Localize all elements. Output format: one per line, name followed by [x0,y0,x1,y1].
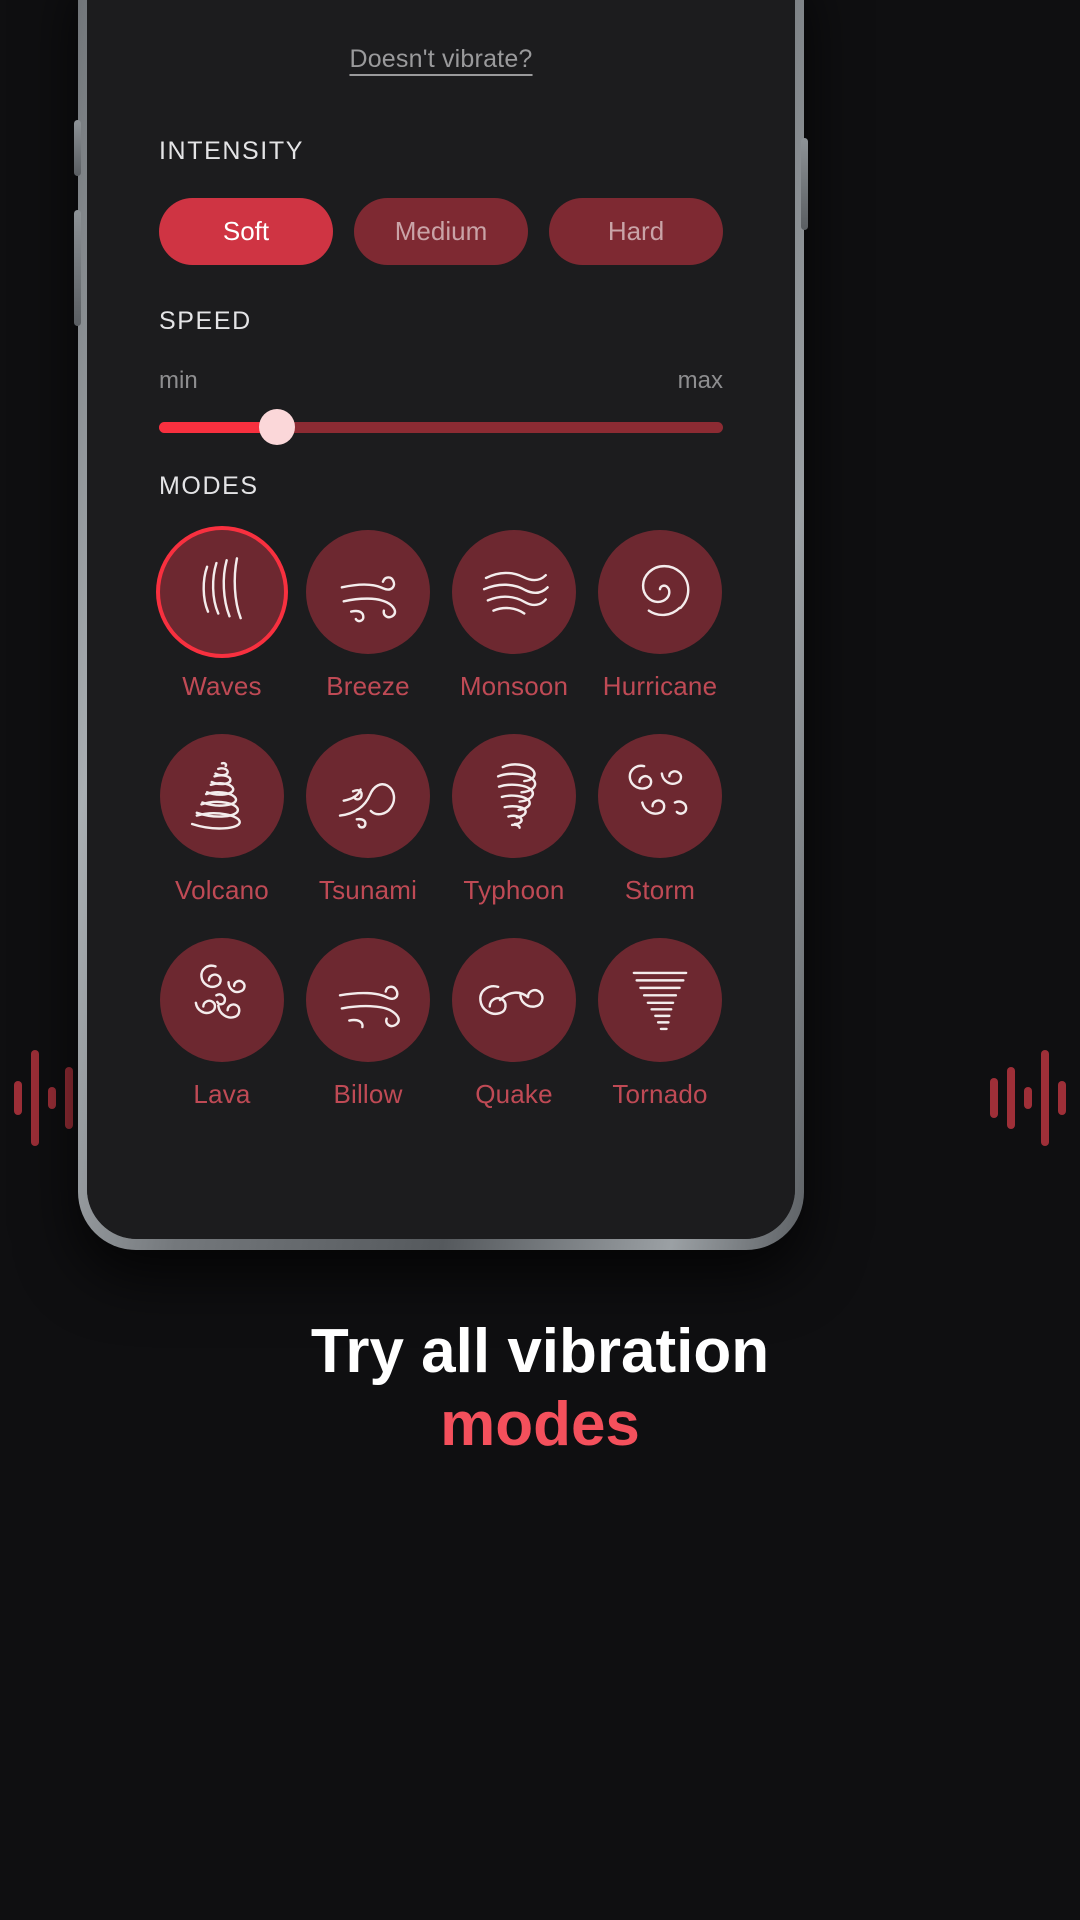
mode-item-volcano[interactable]: Volcano [149,734,295,906]
intensity-section-title: INTENSITY [159,137,304,165]
audio-wave-decoration-right [990,1050,1066,1146]
app-screen: Doesn't vibrate? INTENSITY Soft Medium H… [87,0,795,1239]
quake-icon[interactable] [452,938,576,1062]
speed-max-label: max [677,367,723,394]
mode-item-quake[interactable]: Quake [441,938,587,1110]
mode-label: Breeze [326,671,410,701]
wave-bar [65,1067,73,1129]
wave-bar [48,1087,56,1109]
mode-label: Monsoon [459,671,569,701]
phone-screen-bezel: Doesn't vibrate? INTENSITY Soft Medium H… [87,0,795,1239]
mode-label: Tsunami [318,875,418,905]
caption-line-1: Try all vibration [310,1317,770,1386]
mode-item-billow[interactable]: Billow [295,938,441,1110]
mode-item-waves[interactable]: Waves [149,530,295,702]
modes-section-title: MODES [159,472,259,500]
mode-label: Storm [624,875,696,905]
tsunami-icon[interactable] [306,734,430,858]
mode-label: Tornado [612,1079,708,1109]
mode-item-monsoon[interactable]: Monsoon [441,530,587,702]
modes-grid: Waves Breeze Monsoon Hurricane Volcano Tsunam… [149,530,733,1110]
doesnt-vibrate-link[interactable]: Doesn't vibrate? [87,45,795,74]
mode-label: Hurricane [602,671,718,701]
volume-down-button[interactable] [74,210,81,326]
typhoon-icon[interactable] [452,734,576,858]
mode-item-typhoon[interactable]: Typhoon [441,734,587,906]
caption-line-2: modes [440,1390,640,1460]
monsoon-icon[interactable] [452,530,576,654]
intensity-option-medium[interactable]: Medium [354,198,528,265]
tornado-icon[interactable] [598,938,722,1062]
mode-item-tsunami[interactable]: Tsunami [295,734,441,906]
promo-caption: Try all vibration modes [0,1315,1080,1461]
volcano-icon[interactable] [160,734,284,858]
wave-bar [14,1081,22,1115]
mode-item-lava[interactable]: Lava [149,938,295,1110]
mode-item-tornado[interactable]: Tornado [587,938,733,1110]
speed-slider[interactable] [159,409,723,445]
hurricane-icon[interactable] [598,530,722,654]
wave-bar [1041,1050,1049,1146]
breeze-icon[interactable] [306,530,430,654]
mode-label: Typhoon [463,875,565,905]
wave-bar [1058,1081,1066,1115]
mode-item-storm[interactable]: Storm [587,734,733,906]
mode-label: Lava [193,1079,251,1109]
wave-bar [31,1050,39,1146]
speed-range-labels: min max [159,367,723,395]
wave-bar [990,1078,998,1118]
mode-label: Waves [182,671,262,701]
billow-icon[interactable] [306,938,430,1062]
mode-label: Billow [333,1079,403,1109]
intensity-option-hard[interactable]: Hard [549,198,723,265]
wave-bar [1024,1087,1032,1109]
speed-section-title: SPEED [159,307,252,335]
storm-icon[interactable] [598,734,722,858]
intensity-options: Soft Medium Hard [159,198,723,265]
speed-min-label: min [159,367,198,394]
mode-label: Volcano [175,875,269,905]
volume-up-button[interactable] [74,120,81,176]
mode-item-breeze[interactable]: Breeze [295,530,441,702]
lava-icon[interactable] [160,938,284,1062]
mode-item-hurricane[interactable]: Hurricane [587,530,733,702]
phone-frame: Doesn't vibrate? INTENSITY Soft Medium H… [74,0,808,1250]
waves-icon[interactable] [160,530,284,654]
power-button[interactable] [801,138,808,230]
promo-screenshot: Doesn't vibrate? INTENSITY Soft Medium H… [0,0,1080,1920]
wave-bar [1007,1067,1015,1129]
mode-label: Quake [475,1079,553,1109]
speed-slider-thumb[interactable] [259,409,296,445]
intensity-option-soft[interactable]: Soft [159,198,333,265]
